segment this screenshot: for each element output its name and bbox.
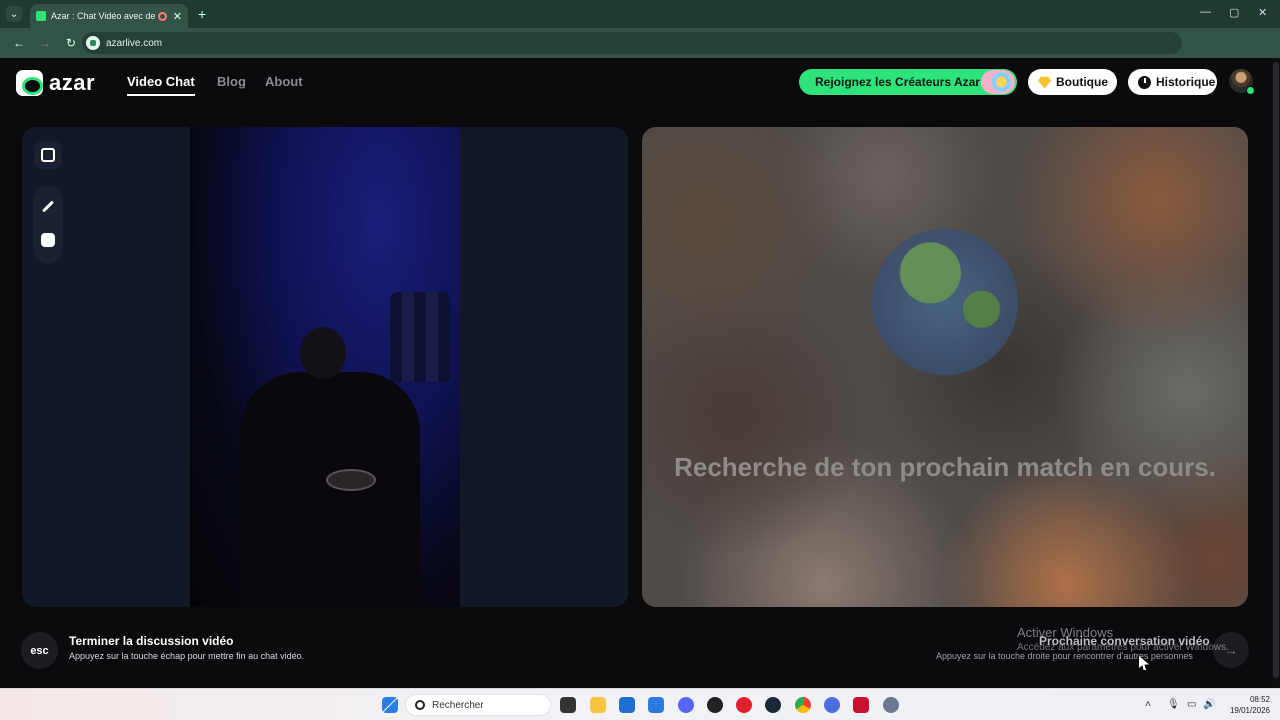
task-view-icon[interactable] [560, 697, 576, 713]
browser-toolbar: ← → ↻ azarlive.com ⎙ ☆ ⧉ A ⋮ [0, 28, 1280, 77]
my-video-panel [22, 127, 628, 607]
date-text: 19/01/2026 [1229, 706, 1270, 715]
tab-title: Azar : Chat Vidéo avec de n [51, 11, 158, 21]
browser-tab-bar: ⌄ Azar : Chat Vidéo avec de n ✕ + — ▢ ✕ [0, 0, 1280, 28]
discord-icon[interactable] [678, 697, 694, 713]
searching-status: Recherche de ton prochain match en cours… [674, 452, 1216, 482]
address-bar[interactable]: azarlive.com [82, 32, 1182, 54]
end-chat-hint: Appuyez sur la touche échap pour mettre … [69, 651, 305, 661]
logo-text: azar [49, 70, 96, 95]
browser-tab[interactable]: Azar : Chat Vidéo avec de n ✕ [30, 4, 188, 28]
nav-about[interactable]: About [265, 74, 303, 89]
boutique-label: Boutique [1056, 75, 1108, 89]
settings-gear-icon[interactable] [883, 697, 899, 713]
maximize-button[interactable]: ▢ [1229, 6, 1239, 19]
url-text: azarlive.com [106, 37, 163, 49]
online-badge [1246, 86, 1255, 95]
network-icon[interactable]: ▭ [1187, 699, 1196, 710]
taskbar-search-placeholder: Rechercher [432, 699, 484, 711]
forward-icon[interactable]: → [38, 36, 52, 50]
windows-start-icon[interactable] [382, 697, 398, 713]
user-silhouette [230, 327, 430, 607]
join-creators-button[interactable]: Rejoignez les Créateurs Azar [799, 69, 1017, 95]
outlook-icon[interactable] [648, 697, 664, 713]
recording-icon [157, 11, 167, 21]
azar-logo-icon [16, 70, 43, 96]
activate-windows-hint: Accédez aux paramètres pour activer Wind… [1017, 642, 1229, 653]
window-close-button[interactable]: ✕ [1258, 6, 1267, 19]
steam-icon[interactable] [765, 697, 781, 713]
face-filter-icon[interactable] [34, 226, 62, 254]
obs-icon[interactable] [707, 697, 723, 713]
nav-video-chat[interactable]: Video Chat [127, 74, 195, 96]
gem-icon [1038, 76, 1051, 89]
page-scrollbar[interactable] [1272, 58, 1280, 688]
join-creators-label: Rejoignez les Créateurs Azar [815, 75, 980, 89]
creators-illustration-icon [981, 70, 1015, 94]
video-app-icon[interactable] [853, 697, 869, 713]
store-icon[interactable] [619, 697, 635, 713]
clock-tray[interactable]: 08:52 19/01/2026 [1226, 694, 1270, 716]
windows-taskbar: Rechercher ˄ 🎙 ▭ 🔊 08:52 19/01/2026 [0, 688, 1280, 720]
expand-icon[interactable] [34, 141, 62, 169]
my-camera-feed [190, 127, 460, 607]
opera-icon[interactable] [736, 697, 752, 713]
globe-icon [872, 229, 1018, 375]
partner-video-panel: Recherche de ton prochain match en cours… [642, 127, 1248, 607]
microphone-icon[interactable]: 🎙 [1167, 699, 1180, 710]
end-chat-title: Terminer la discussion vidéo [69, 634, 234, 648]
tray-chevron-icon[interactable]: ˄ [1145, 699, 1151, 710]
nav-blog[interactable]: Blog [217, 74, 246, 89]
magic-wand-icon[interactable] [34, 192, 62, 220]
file-explorer-icon[interactable] [590, 697, 606, 713]
historique-button[interactable]: Historique [1128, 69, 1217, 95]
taskbar-search[interactable]: Rechercher [405, 694, 551, 716]
back-icon[interactable]: ← [12, 36, 26, 50]
minimize-button[interactable]: — [1200, 6, 1211, 18]
tab-close-icon[interactable]: ✕ [173, 10, 182, 23]
boutique-button[interactable]: Boutique [1028, 69, 1117, 95]
azar-logo[interactable]: azar [16, 70, 95, 96]
page-content: azar Video Chat Blog About Rejoignez les… [0, 58, 1280, 688]
chrome-icon[interactable] [795, 697, 811, 713]
azar-favicon [36, 11, 46, 21]
activate-windows-title: Activer Windows [1017, 625, 1114, 640]
tab-search-icon[interactable]: ⌄ [6, 6, 22, 22]
historique-label: Historique [1156, 75, 1216, 89]
time-text: 08:52 [1249, 695, 1270, 704]
new-tab-button[interactable]: + [198, 6, 206, 22]
volume-icon[interactable]: 🔊 [1203, 699, 1215, 710]
site-info-icon[interactable] [86, 36, 100, 50]
clock-icon [1138, 75, 1151, 89]
user-avatar[interactable] [1229, 69, 1255, 95]
esc-key-button[interactable]: esc [21, 632, 58, 669]
chrome-profile-icon[interactable] [824, 697, 840, 713]
reload-icon[interactable]: ↻ [64, 36, 78, 50]
search-icon [415, 700, 425, 710]
